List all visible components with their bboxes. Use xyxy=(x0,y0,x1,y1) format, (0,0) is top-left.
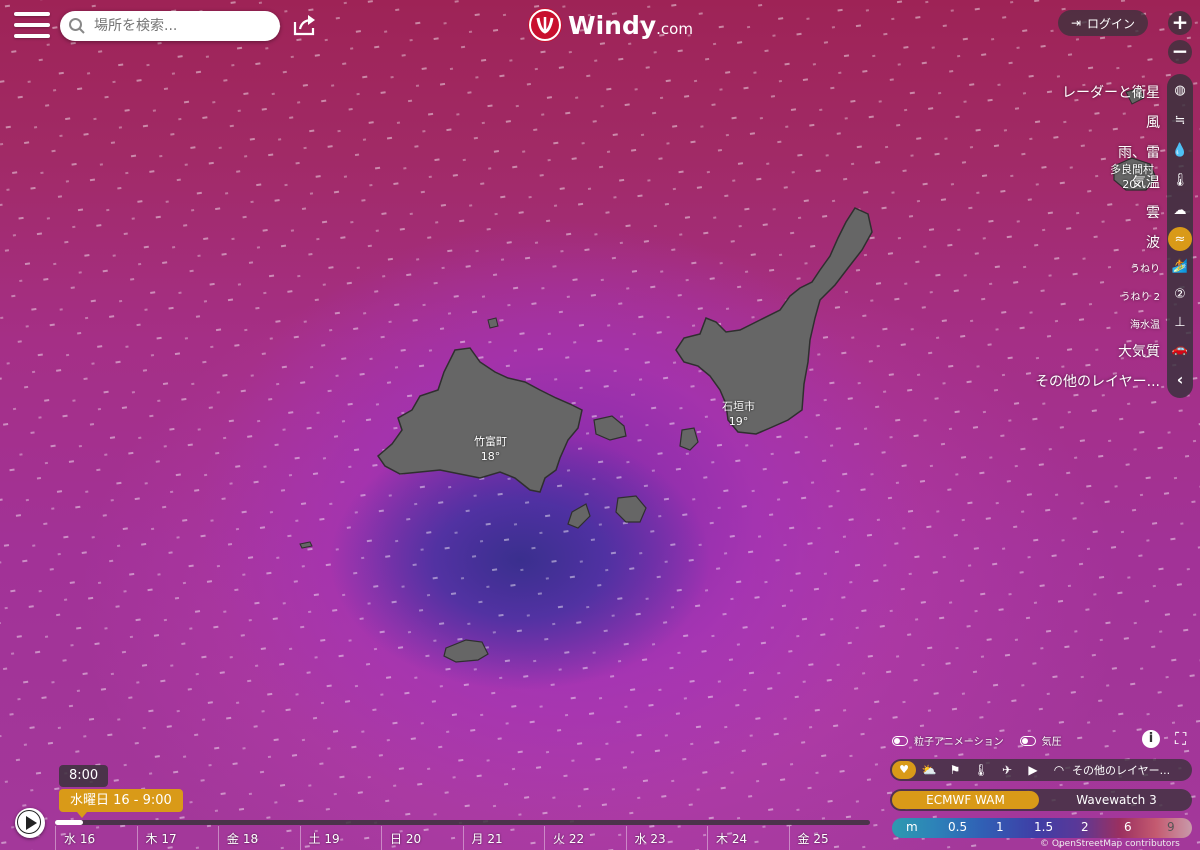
particles-label: 粒子アニメーション xyxy=(914,737,1004,748)
windy-logo-icon xyxy=(528,8,562,42)
login-label: ログイン xyxy=(1087,16,1136,31)
timeline-day[interactable]: 金 25 xyxy=(788,826,871,850)
wave-height-map[interactable] xyxy=(0,0,1200,850)
map-canvas xyxy=(0,0,1200,850)
flag-icon[interactable]: ⚑ xyxy=(942,763,968,777)
chevron-left-icon[interactable]: ‹ xyxy=(1168,367,1192,391)
particles-toggle[interactable] xyxy=(892,735,908,746)
timeline-day[interactable]: 木 17 xyxy=(136,826,219,850)
timeline-current-time[interactable]: 水曜日 16 - 9:00 xyxy=(59,789,183,818)
login-button[interactable]: ⇥ ログイン xyxy=(1058,10,1148,36)
menu-icon[interactable] xyxy=(14,12,50,42)
cloud-icon[interactable]: ☁ xyxy=(1168,198,1192,222)
timeline-hover-time: 8:00 xyxy=(59,765,109,787)
search-icon xyxy=(69,18,85,34)
timeline-day[interactable]: 木 24 xyxy=(707,826,789,850)
radar-icon[interactable]: ◠ xyxy=(1046,763,1072,777)
layer-swell[interactable]: うねり xyxy=(1130,260,1160,275)
webcam-icon[interactable]: ▶ xyxy=(1020,763,1046,777)
wave-height-legend[interactable]: m 0.5 1 1.5 2 6 9 xyxy=(892,818,1192,838)
logo-text: Windy.com xyxy=(568,10,693,40)
fullscreen-icon[interactable]: ⛶ xyxy=(1175,730,1193,748)
quick-layer-bar: ♥ ⛅ ⚑ 🌡 ✈ ▶ ◠ その他のレイヤー... xyxy=(890,759,1192,781)
sun-cloud-icon[interactable]: ⛅ xyxy=(916,763,942,777)
swell-icon[interactable]: 🏄 xyxy=(1168,254,1192,278)
city-temperature: 19° xyxy=(728,415,749,428)
city-name: 竹富町 xyxy=(474,435,507,448)
model-wavewatch-3[interactable]: Wavewatch 3 xyxy=(1043,791,1190,809)
legend-value: 6 xyxy=(1124,820,1132,834)
layer-sea-temperature[interactable]: 海水温 xyxy=(1130,316,1160,331)
timeline-day[interactable]: 水 23 xyxy=(625,826,708,850)
swell-2-icon[interactable]: ② xyxy=(1168,282,1192,306)
timeline-day[interactable]: 土 19 xyxy=(299,826,382,850)
layer-wind[interactable]: 風 xyxy=(1146,112,1160,132)
timeline-day[interactable]: 日 20 xyxy=(381,826,463,850)
layer-rain-thunder[interactable]: 雨、雷 xyxy=(1118,142,1160,162)
airplane-icon[interactable]: ✈ xyxy=(994,763,1020,777)
legend-value: 1 xyxy=(996,820,1004,834)
quick-more-layers[interactable]: その他のレイヤー... xyxy=(1072,762,1170,778)
legend-unit: m xyxy=(906,820,918,834)
heart-icon[interactable]: ♥ xyxy=(892,761,916,779)
raindrop-icon[interactable]: 💧 xyxy=(1168,138,1192,162)
pressure-toggle[interactable] xyxy=(1019,735,1036,746)
wind-icon[interactable]: ≒ xyxy=(1168,108,1192,132)
layer-swell-2[interactable]: うねり 2 xyxy=(1120,288,1160,303)
thermometer-icon[interactable]: 🌡 xyxy=(1168,168,1192,192)
taketomi-label[interactable]: 竹富町 18° xyxy=(474,434,507,464)
layer-radar-satellite[interactable]: レーダーと衛星 xyxy=(1062,82,1160,102)
share-icon[interactable] xyxy=(292,14,318,36)
layer-temperature[interactable]: 気温 xyxy=(1132,172,1160,192)
legend-value: 2 xyxy=(1081,820,1089,834)
layer-waves[interactable]: 波 xyxy=(1146,232,1160,252)
layer-clouds[interactable]: 雲 xyxy=(1146,202,1160,222)
info-icon[interactable]: i xyxy=(1142,730,1160,748)
legend-value: 1.5 xyxy=(1034,820,1054,834)
timeline-days: 水 16 木 17 金 18 土 19 日 20 月 21 火 22 水 23 … xyxy=(55,826,870,850)
layer-air-quality[interactable]: 大気質 xyxy=(1118,341,1160,361)
car-icon[interactable]: 🚗 xyxy=(1168,337,1192,361)
play-button[interactable] xyxy=(15,808,45,838)
legend-value: 9 xyxy=(1167,820,1175,834)
waves-icon[interactable]: ≈ xyxy=(1168,227,1192,251)
model-ecmwf-wam[interactable]: ECMWF WAM xyxy=(892,791,1039,809)
legend-value: 0.5 xyxy=(948,820,968,834)
zoom-in-button[interactable]: + xyxy=(1168,11,1192,35)
login-icon: ⇥ xyxy=(1070,16,1082,30)
ishigaki-label[interactable]: 石垣市 19° xyxy=(722,399,755,429)
timeline-progress xyxy=(55,820,83,825)
model-selector: ECMWF WAM Wavewatch 3 xyxy=(890,789,1192,811)
timeline-day[interactable]: 月 21 xyxy=(462,826,545,850)
city-temperature: 18° xyxy=(480,450,501,463)
thermometer-small-icon[interactable]: 🌡 xyxy=(968,763,994,777)
hatoma-island xyxy=(487,317,499,329)
timeline-day[interactable]: 金 18 xyxy=(218,826,300,850)
timeline-day[interactable]: 水 16 xyxy=(55,826,137,850)
layer-more[interactable]: その他のレイヤー... xyxy=(1035,371,1160,391)
city-name: 石垣市 xyxy=(722,400,755,413)
sea-temperature-icon[interactable]: ⊥ xyxy=(1168,310,1192,334)
copyright-text[interactable]: © OpenStreetMap contributors xyxy=(1040,839,1180,849)
timeline-track[interactable] xyxy=(55,820,870,825)
timeline-day[interactable]: 火 22 xyxy=(544,826,626,850)
zoom-out-button[interactable]: − xyxy=(1168,40,1192,64)
globe-icon[interactable]: ◍ xyxy=(1168,78,1192,102)
pressure-label: 気圧 xyxy=(1041,737,1062,748)
overlay-toggles: 粒子アニメーション 気圧 xyxy=(892,733,1062,748)
search-input[interactable] xyxy=(92,17,276,35)
search-bar[interactable] xyxy=(60,11,280,41)
windy-logo[interactable]: Windy.com xyxy=(528,8,693,42)
